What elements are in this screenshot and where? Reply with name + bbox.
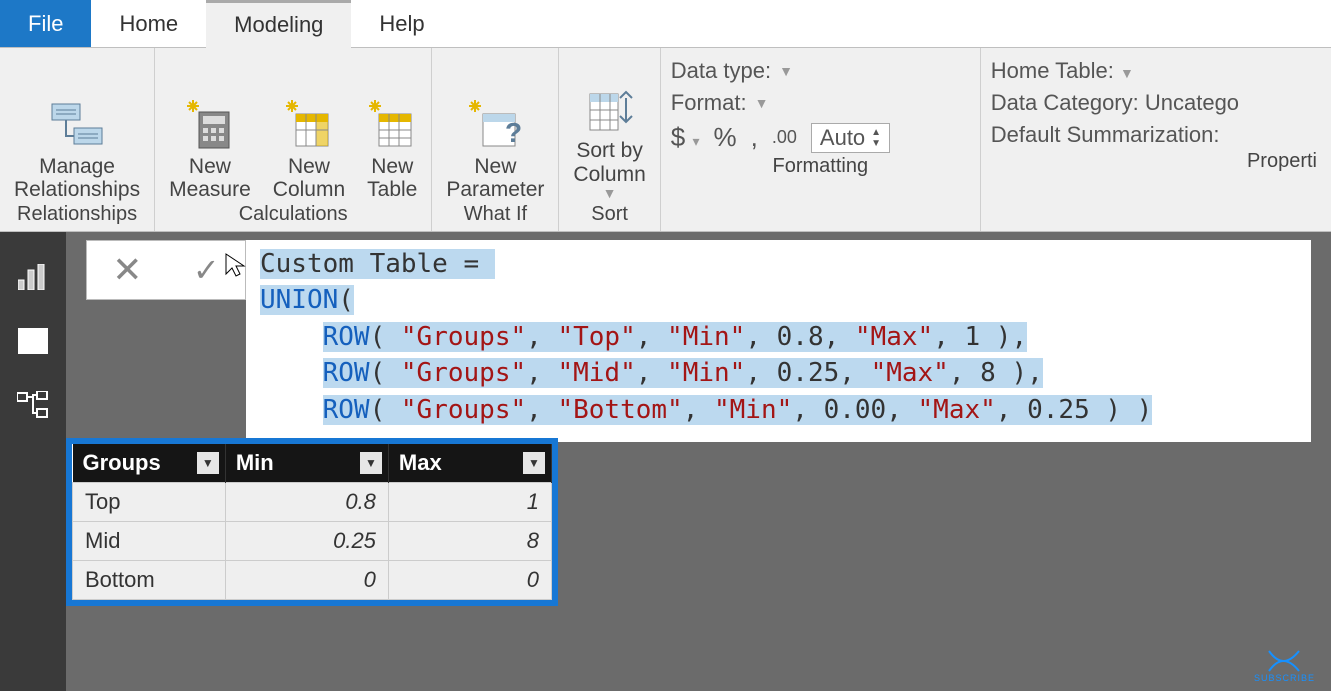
cell-groups: Top	[73, 483, 226, 522]
new-table-button[interactable]: New Table	[363, 91, 421, 201]
table-row[interactable]: Mid0.258	[73, 522, 552, 561]
new-column-label: New Column	[273, 155, 345, 201]
home-table-dropdown[interactable]: ▼	[1120, 65, 1134, 81]
tab-help[interactable]: Help	[351, 0, 452, 47]
tab-home[interactable]: Home	[91, 0, 206, 47]
new-column-button[interactable]: New Column	[269, 91, 349, 201]
filter-icon[interactable]: ▼	[360, 452, 382, 474]
cell-max: 1	[388, 483, 551, 522]
formula-bar: ✕ ✓ Custom Table = UNION( ROW( "Groups",…	[86, 240, 1311, 442]
group-label-calculations: Calculations	[239, 201, 348, 231]
formatting-controls: Data type: ▼ Format: ▼ $ ▾ % , .00 Auto …	[671, 52, 970, 153]
format-dropdown[interactable]: ▼	[755, 95, 769, 111]
thousands-button[interactable]: ,	[751, 122, 758, 153]
group-label-relationships: Relationships	[17, 201, 137, 231]
ribbon-group-formatting: Data type: ▼ Format: ▼ $ ▾ % , .00 Auto …	[661, 48, 981, 231]
percent-button[interactable]: %	[714, 122, 737, 153]
sort-by-column-label: Sort by Column	[573, 139, 645, 185]
ribbon-group-whatif: ? New Parameter What If	[432, 48, 559, 231]
cell-max: 8	[388, 522, 551, 561]
formula-commit-button[interactable]: ✓	[193, 251, 220, 289]
table-icon	[18, 328, 48, 354]
new-table-icon	[369, 95, 415, 155]
nav-model-view[interactable]	[16, 388, 50, 422]
new-parameter-button[interactable]: ? New Parameter	[442, 91, 548, 201]
manage-relationships-button[interactable]: Manage Relationships	[10, 91, 144, 201]
data-category-label: Data Category: Uncatego	[991, 90, 1239, 115]
cursor-icon	[224, 252, 248, 276]
sort-by-column-button[interactable]: Sort by Column ▼	[569, 75, 649, 201]
dna-icon	[1267, 649, 1301, 673]
relationships-icon	[48, 95, 106, 155]
table-row[interactable]: Top0.81	[73, 483, 552, 522]
nav-data-view[interactable]	[16, 324, 50, 358]
ribbon: Manage Relationships Relationships New M…	[0, 48, 1331, 232]
svg-text:?: ?	[505, 117, 521, 148]
currency-button[interactable]: $ ▾	[671, 122, 700, 153]
cell-max: 0	[388, 561, 551, 600]
sort-icon	[586, 79, 634, 139]
new-table-label: New Table	[367, 155, 417, 201]
new-parameter-label: New Parameter	[446, 155, 544, 201]
model-icon	[17, 391, 49, 419]
ribbon-group-relationships: Manage Relationships Relationships	[0, 48, 155, 231]
new-measure-label: New Measure	[169, 155, 251, 201]
nav-report-view[interactable]	[16, 260, 50, 294]
group-label-whatif: What If	[464, 201, 527, 231]
formula-editor[interactable]: Custom Table = UNION( ROW( "Groups", "To…	[246, 240, 1311, 442]
table-header-row: Groups▼ Min▼ Max▼	[73, 444, 552, 483]
cell-groups: Mid	[73, 522, 226, 561]
data-type-dropdown[interactable]: ▼	[779, 63, 793, 79]
decimal-places-input[interactable]: Auto ▲▼	[811, 123, 890, 153]
ribbon-group-properties: Home Table: ▼ Data Category: Uncatego De…	[981, 48, 1331, 231]
col-header-groups[interactable]: Groups▼	[73, 444, 226, 483]
col-header-max[interactable]: Max▼	[388, 444, 551, 483]
tab-file[interactable]: File	[0, 0, 91, 47]
left-nav	[0, 232, 66, 691]
manage-relationships-label: Manage Relationships	[14, 155, 140, 201]
main-area: ✕ ✓ Custom Table = UNION( ROW( "Groups",…	[66, 232, 1331, 691]
subscribe-badge: SUBSCRIBE	[1254, 649, 1315, 683]
chevron-down-icon: ▼	[603, 186, 617, 201]
format-label: Format:	[671, 90, 747, 116]
filter-icon[interactable]: ▼	[523, 452, 545, 474]
result-table: Groups▼ Min▼ Max▼ Top0.81 Mid0.258 Botto…	[66, 438, 558, 606]
ribbon-group-sort: Sort by Column ▼ Sort	[559, 48, 660, 231]
new-measure-icon	[187, 95, 233, 155]
data-type-label: Data type:	[671, 58, 771, 84]
group-label-properties: Properti	[1247, 148, 1321, 178]
new-column-icon	[286, 95, 332, 155]
col-header-min[interactable]: Min▼	[225, 444, 388, 483]
ribbon-group-calculations: New Measure New Column New Table Calcula…	[155, 48, 432, 231]
formula-cancel-button[interactable]: ✕	[112, 249, 142, 291]
group-label-formatting: Formatting	[772, 153, 868, 183]
default-summarization-label: Default Summarization:	[991, 122, 1220, 147]
table-row[interactable]: Bottom00	[73, 561, 552, 600]
home-table-label: Home Table:	[991, 58, 1114, 83]
spinner-icon[interactable]: ▲▼	[871, 127, 881, 149]
new-parameter-icon: ?	[469, 95, 521, 155]
cell-min: 0.8	[225, 483, 388, 522]
group-label-sort: Sort	[591, 201, 628, 231]
bar-chart-icon	[18, 264, 48, 290]
tab-modeling[interactable]: Modeling	[206, 0, 351, 50]
cell-groups: Bottom	[73, 561, 226, 600]
cell-min: 0.25	[225, 522, 388, 561]
tab-bar: File Home Modeling Help	[0, 0, 1331, 48]
filter-icon[interactable]: ▼	[197, 452, 219, 474]
decimals-label: .00	[772, 127, 797, 148]
cell-min: 0	[225, 561, 388, 600]
new-measure-button[interactable]: New Measure	[165, 91, 255, 201]
table-body: Top0.81 Mid0.258 Bottom00	[73, 483, 552, 600]
